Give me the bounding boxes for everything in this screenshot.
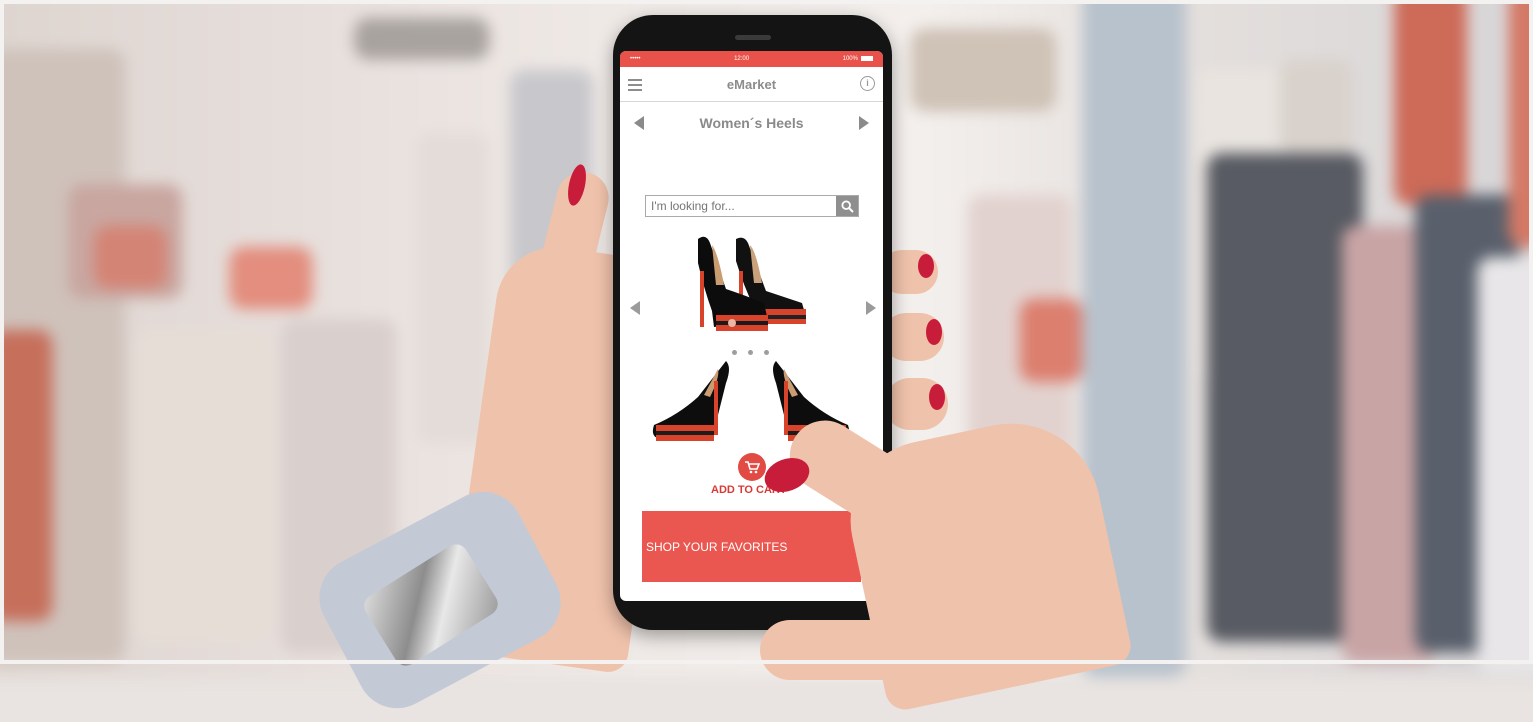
pagination-dot[interactable] (732, 350, 737, 355)
category-selector: Women´s Heels (620, 102, 883, 144)
product-image-heels-pair[interactable] (684, 231, 814, 341)
app-title: eMarket (726, 76, 777, 92)
smartphone: ••••• 12:00 100% eMarket i Women´s Heels (613, 15, 892, 630)
carousel-pagination (732, 350, 769, 355)
carousel-prev-icon[interactable] (630, 301, 640, 315)
search-icon (840, 199, 854, 213)
battery-icon (860, 55, 873, 61)
right-lower-finger (760, 620, 910, 680)
carrier-signal: ••••• (630, 56, 641, 62)
app-header: eMarket i (620, 67, 883, 102)
search-input[interactable] (646, 196, 836, 216)
category-next-icon[interactable] (859, 116, 869, 130)
menu-icon[interactable] (628, 79, 642, 94)
shop-favorites-text: SHOP YOUR FAVORITES (646, 539, 788, 554)
cart-icon (745, 461, 760, 474)
status-bar: ••••• 12:00 100% (620, 51, 883, 67)
battery-status: 100% (842, 55, 873, 63)
battery-percent: 100% (842, 56, 858, 63)
product-image-heels-left[interactable] (648, 357, 732, 447)
shop-favorites-banner[interactable]: SHOP YOUR FAVORITES (642, 511, 861, 582)
phone-speaker (735, 35, 771, 40)
pagination-dot[interactable] (764, 350, 769, 355)
search-button[interactable] (836, 196, 858, 216)
info-icon[interactable]: i (860, 76, 875, 91)
category-title: Women´s Heels (699, 115, 804, 131)
right-nail-1 (918, 254, 934, 278)
pagination-dot[interactable] (748, 350, 753, 355)
carousel-next-icon[interactable] (866, 301, 876, 315)
category-prev-icon[interactable] (634, 116, 644, 130)
right-nail-3 (929, 384, 945, 410)
add-to-cart-button[interactable] (738, 453, 766, 481)
app-screen: ••••• 12:00 100% eMarket i Women´s Heels (620, 51, 883, 601)
right-nail-2 (926, 319, 942, 345)
status-time: 12:00 (734, 56, 750, 62)
search-bar (645, 195, 859, 217)
